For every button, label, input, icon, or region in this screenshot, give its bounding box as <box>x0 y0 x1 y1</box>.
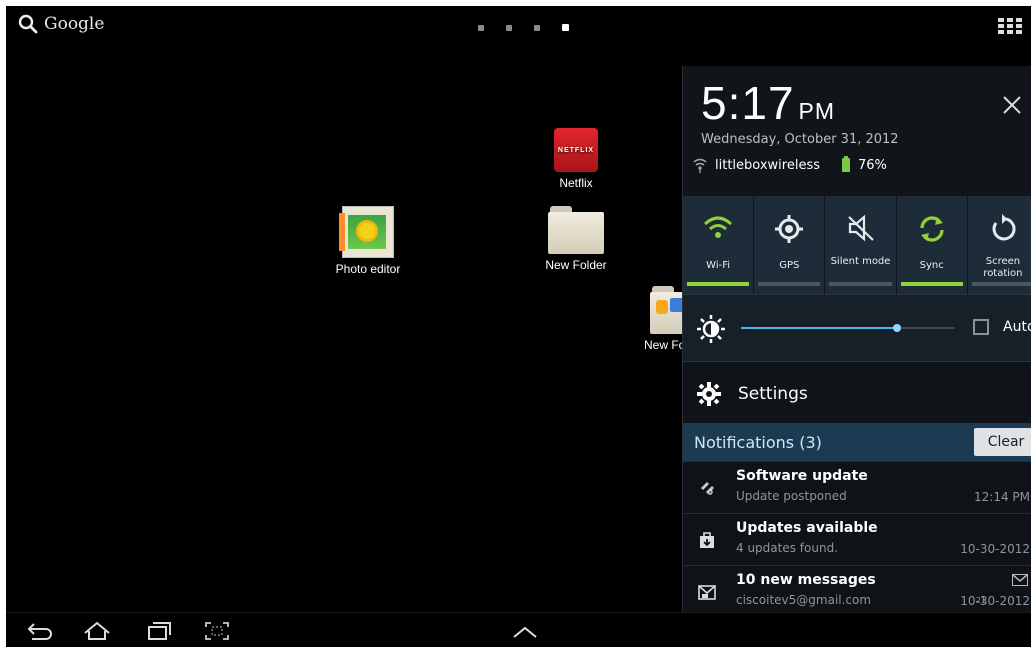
toggle-label: Silent mode <box>830 256 891 267</box>
recent-apps-icon[interactable] <box>146 621 172 641</box>
folder-icon <box>650 286 682 334</box>
store-bag-icon <box>700 532 714 548</box>
toggle-label: Screen rotation <box>983 256 1023 279</box>
notification-time: 10-30-2012 <box>960 594 1030 608</box>
wifi-icon <box>704 216 733 238</box>
notification-item[interactable]: Software update Update postponed 12:14 P… <box>683 461 1031 514</box>
clear-button[interactable]: Clear <box>974 428 1031 456</box>
new-folder-app[interactable]: New Folder <box>534 206 618 272</box>
tablet-screen: Google NETFLIX Netflix Photo editor New … <box>6 6 1031 647</box>
home-icon[interactable] <box>82 621 112 641</box>
page-dot[interactable] <box>478 24 484 31</box>
toggle-screen-rotation[interactable]: Screen rotation <box>968 196 1031 294</box>
settings-row[interactable]: Settings <box>683 361 1031 424</box>
netflix-icon: NETFLIX <box>554 128 598 172</box>
clock-area: 5:17 PM Wednesday, October 31, 2012 littl… <box>683 66 1031 196</box>
rotation-icon <box>992 214 1016 241</box>
toggle-wifi[interactable]: Wi-Fi <box>683 196 755 294</box>
brightness-fill <box>741 327 897 329</box>
google-search-bar[interactable]: Google <box>18 14 104 34</box>
battery-percent: 76% <box>857 157 887 173</box>
notification-item[interactable]: 10 new messages ciscoitev5@gmail.com 21 … <box>683 565 1031 618</box>
toggle-indicator <box>687 282 750 286</box>
toggle-indicator <box>971 282 1031 286</box>
netflix-app[interactable]: NETFLIX Netflix <box>546 128 606 190</box>
toggle-label: GPS <box>779 260 800 271</box>
new-folder-app-2[interactable]: New Fo <box>642 286 682 352</box>
notification-title: Updates available <box>736 520 878 536</box>
brightness-row: Auto <box>683 294 1031 361</box>
app-label: New Fo <box>644 338 682 352</box>
brightness-knob[interactable] <box>893 324 901 332</box>
settings-label: Settings <box>738 384 808 404</box>
search-icon <box>18 14 38 34</box>
notification-subtitle: ciscoitev5@gmail.com <box>736 593 872 607</box>
silent-icon <box>847 214 874 242</box>
notifications-title: Notifications (3) <box>694 433 822 452</box>
toggle-indicator <box>829 282 892 286</box>
toggle-gps[interactable]: GPS <box>754 196 826 294</box>
page-dot-active[interactable] <box>562 24 569 31</box>
app-label: Netflix <box>559 176 593 190</box>
notification-time: 12:14 PM <box>974 490 1030 504</box>
photo-editor-app[interactable]: Photo editor <box>328 206 408 276</box>
wifi-signal-icon <box>693 158 707 173</box>
toggle-sync[interactable]: Sync <box>897 196 968 294</box>
navigation-bar <box>6 612 1031 647</box>
gps-icon <box>775 215 804 243</box>
brightness-slider[interactable] <box>741 324 955 332</box>
status-row: littleboxwireless 76% <box>693 156 887 173</box>
sync-icon <box>920 216 944 242</box>
chevron-up-icon[interactable] <box>512 625 538 639</box>
email-icon <box>698 585 716 600</box>
google-label: Google <box>44 14 105 34</box>
close-icon[interactable] <box>1001 94 1023 116</box>
notification-item[interactable]: Updates available 4 updates found. 10-30… <box>683 513 1031 566</box>
folder-icon <box>548 206 604 254</box>
notification-subtitle: Update postponed <box>736 489 847 503</box>
gear-icon <box>697 382 721 406</box>
battery-icon <box>841 156 850 172</box>
clock-date: Wednesday, October 31, 2012 <box>701 132 899 147</box>
toggle-indicator <box>758 282 821 286</box>
toggle-indicator <box>900 282 963 286</box>
notifications-header: Notifications (3) Clear <box>683 423 1031 461</box>
back-icon[interactable] <box>26 621 54 641</box>
notification-panel: 5:17 PM Wednesday, October 31, 2012 littl… <box>682 66 1031 647</box>
auto-brightness-label: Auto <box>1003 319 1031 335</box>
notification-title: 10 new messages <box>736 572 876 588</box>
clock-time: 5:17 PM <box>701 77 836 129</box>
apps-grid-icon[interactable] <box>998 18 1022 34</box>
toggle-label: Sync <box>919 260 944 271</box>
quick-toggles: Wi-Fi GPS Silent mode Sync Screen rotati <box>683 196 1031 294</box>
app-label: New Folder <box>545 258 607 272</box>
page-dot[interactable] <box>506 24 512 31</box>
software-update-icon <box>701 482 714 495</box>
notification-title: Software update <box>736 468 868 484</box>
page-dot[interactable] <box>534 24 540 31</box>
photo-editor-icon <box>339 206 394 258</box>
auto-brightness-checkbox[interactable] <box>973 319 989 335</box>
notification-subtitle: 4 updates found. <box>736 541 839 555</box>
brightness-icon <box>697 315 725 343</box>
gmail-icon <box>1012 574 1028 586</box>
toggle-silent-mode[interactable]: Silent mode <box>825 196 897 294</box>
screenshot-icon[interactable] <box>204 621 230 641</box>
toggle-label: Wi-Fi <box>706 260 731 271</box>
network-name: littleboxwireless <box>715 157 820 173</box>
app-label: Photo editor <box>335 262 401 276</box>
home-page-indicator <box>478 24 569 31</box>
notification-time: 10-30-2012 <box>960 542 1030 556</box>
